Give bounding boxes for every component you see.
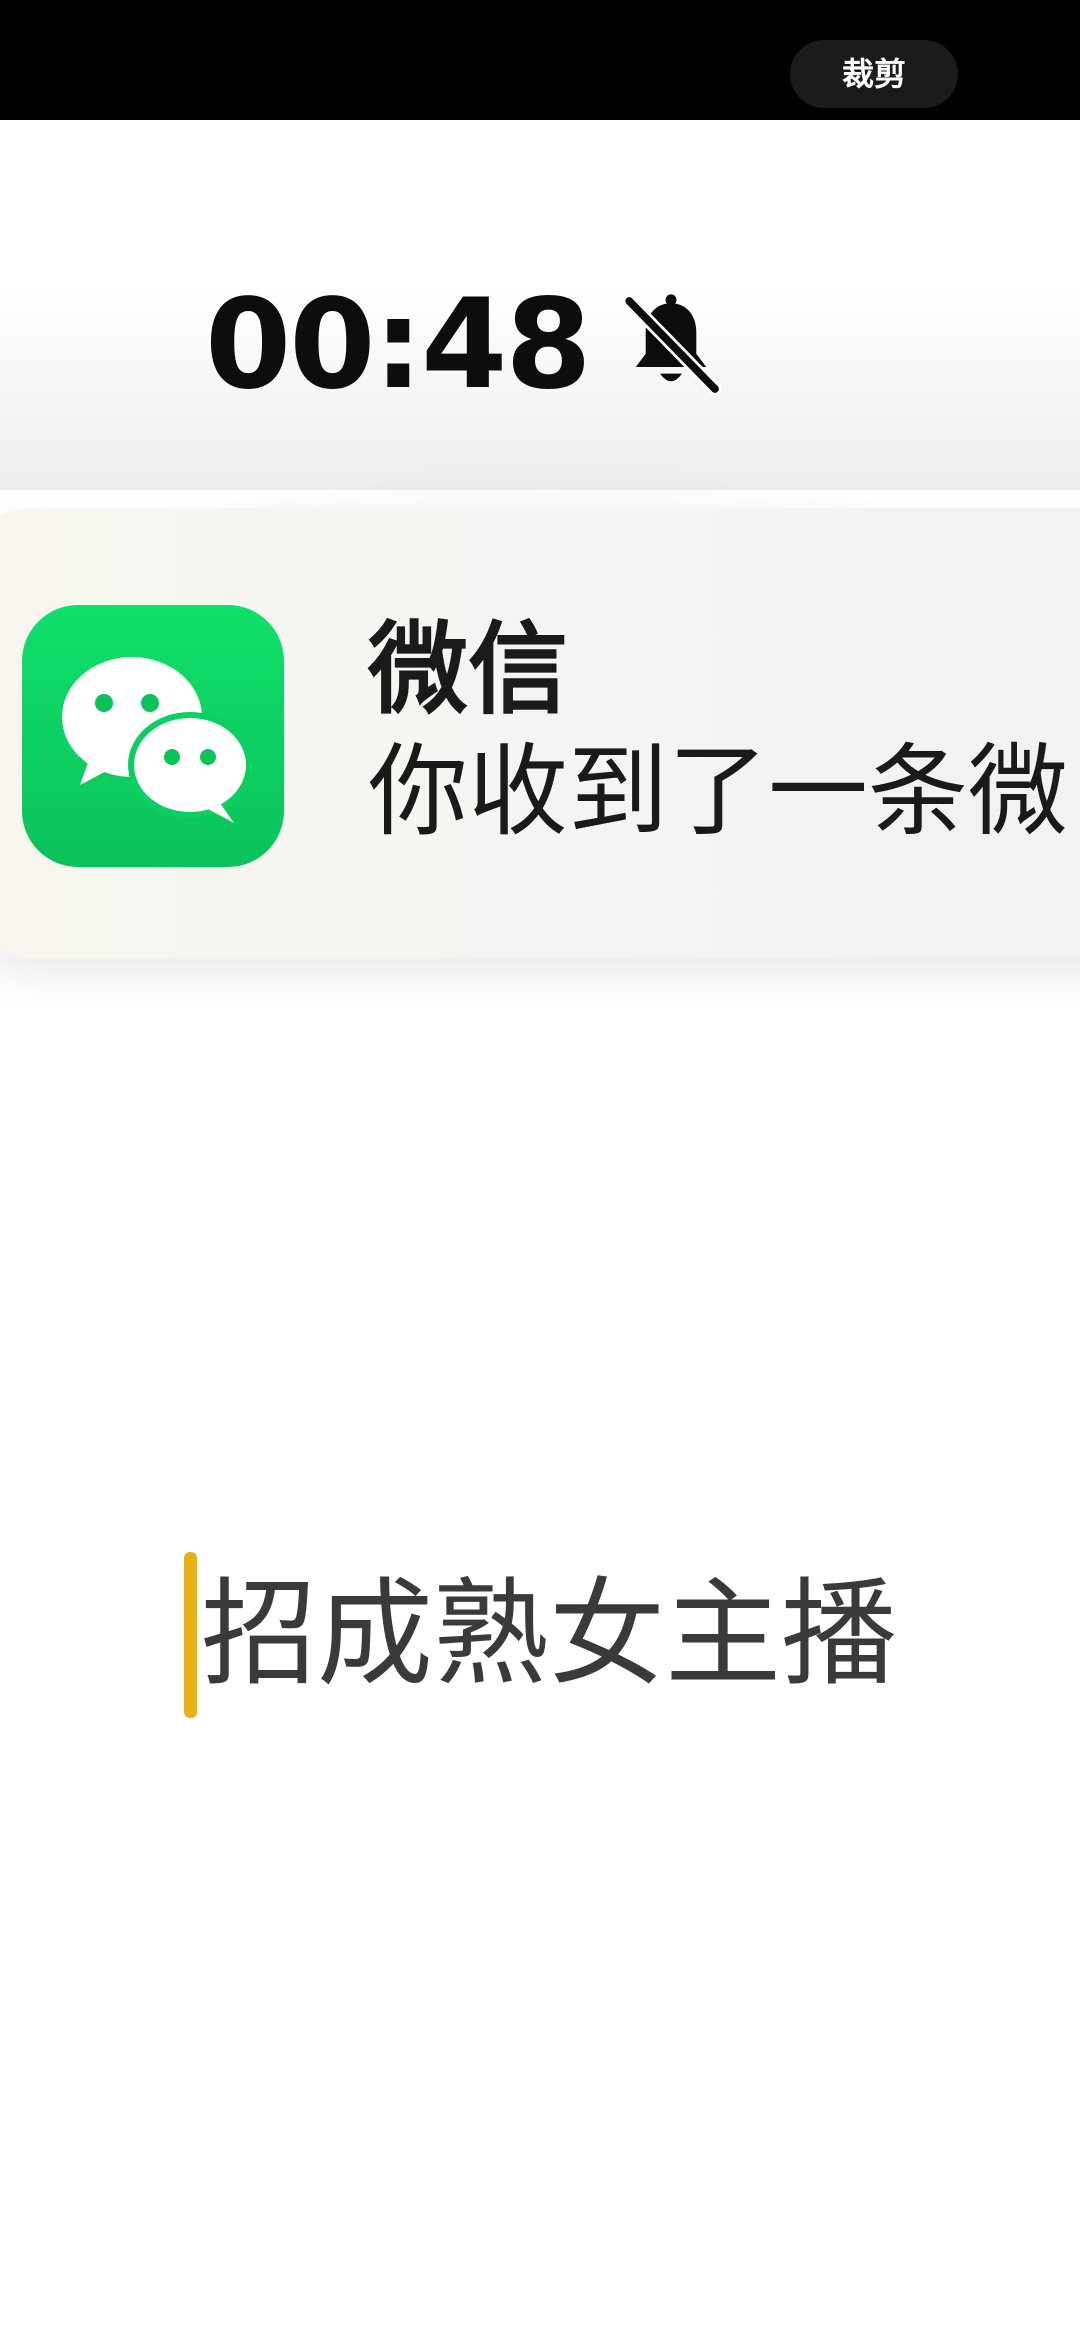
top-toolbar: 裁剪: [0, 0, 1080, 120]
notification-message: 你收到了一条微: [368, 733, 1068, 850]
clock-time: 00:48: [205, 273, 592, 417]
crop-button[interactable]: 裁剪: [790, 40, 958, 108]
notification-app-name: 微信: [368, 611, 568, 728]
status-clock: 00:48: [205, 275, 726, 415]
text-cursor: [184, 1552, 197, 1718]
wechat-icon: [22, 605, 284, 867]
caption-field[interactable]: 招成熟女主播: [184, 1550, 897, 1720]
bell-slash-icon: [622, 294, 722, 396]
caption-text: 招成熟女主播: [201, 1567, 897, 1702]
screenshot-content: 00:48 微信 你收到了一条微 招成熟女主播: [0, 120, 1080, 2347]
